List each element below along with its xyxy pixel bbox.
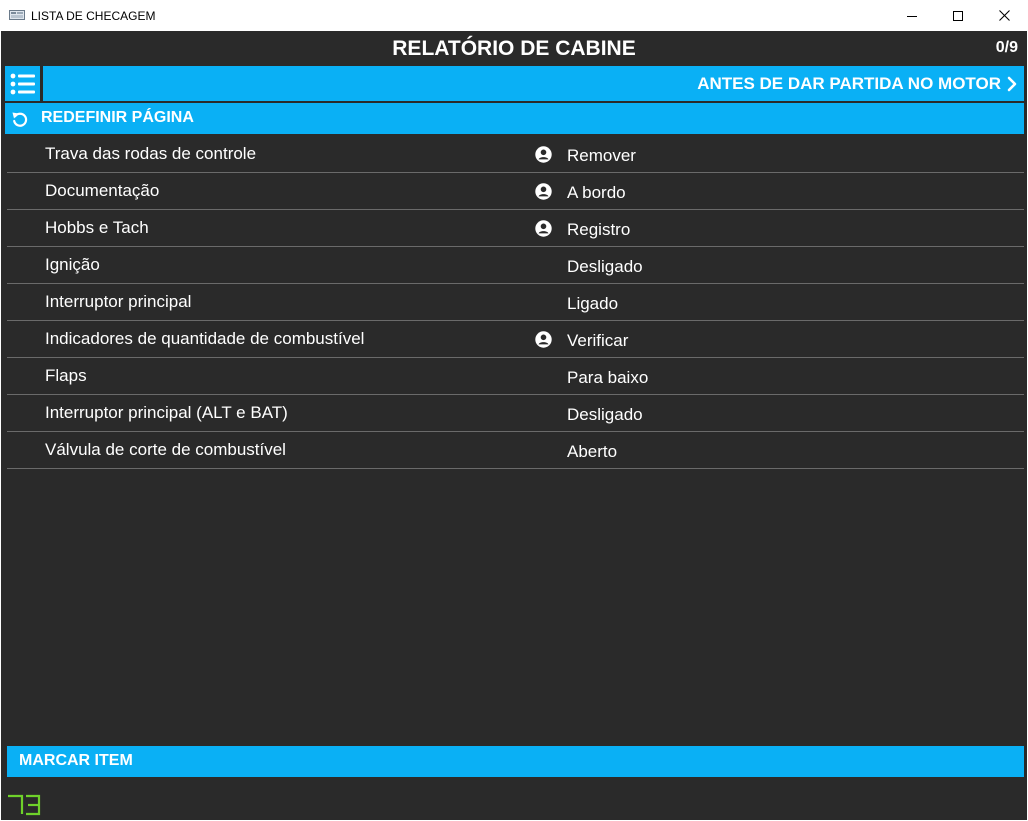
app-icon — [9, 10, 25, 20]
page-title: RELATÓRIO DE CABINE — [392, 37, 636, 60]
checklist-row[interactable]: Ignição Desligado — [7, 247, 1024, 284]
checklist-items: Trava das rodas de controle Remover Docume… — [7, 136, 1024, 469]
person-icon — [535, 220, 552, 237]
reset-icon — [12, 112, 28, 127]
person-icon — [535, 183, 552, 200]
next-section-button[interactable]: ANTES DE DAR PARTIDA NO MOTOR — [43, 66, 1024, 101]
progress-counter: 0/9 — [995, 39, 1018, 56]
mark-item-button[interactable]: MARCAR ITEM — [7, 746, 1024, 777]
checklist-item-name: Hobbs e Tach — [45, 218, 149, 237]
checklist-row[interactable]: Indicadores de quantidade de combustível… — [7, 321, 1024, 358]
checklist-item-name: Trava das rodas de controle — [45, 144, 257, 163]
close-button[interactable] — [981, 0, 1027, 31]
checklist-item-action: Para baixo — [567, 368, 649, 387]
checklist-row[interactable]: Flaps Para baixo — [7, 358, 1024, 395]
checklist-item-name: Interruptor principal (ALT e BAT) — [45, 403, 288, 422]
checklist-item-action: Desligado — [567, 257, 643, 276]
checklist-item-name: Válvula de corte de combustível — [45, 440, 286, 459]
checklist-row[interactable]: Interruptor principal Ligado — [7, 284, 1024, 321]
checklist-item-action: Registro — [567, 220, 631, 239]
checklist-row[interactable]: Interruptor principal (ALT e BAT) Desliga… — [7, 395, 1024, 432]
reset-page-label: REDEFINIR PÁGINA — [41, 109, 194, 126]
app-logo-icon — [8, 794, 41, 816]
checklist-row[interactable]: Válvula de corte de combustível Aberto — [7, 432, 1024, 469]
checklist-item-name: Indicadores de quantidade de combustível — [45, 329, 365, 348]
person-icon — [535, 146, 552, 163]
checklist-item-name: Ignição — [45, 255, 100, 274]
minimize-button[interactable] — [889, 0, 935, 31]
checklist-item-action: Ligado — [567, 294, 619, 313]
checklist-item-name: Documentação — [45, 181, 160, 200]
window-title: LISTA DE CHECAGEM — [31, 9, 156, 23]
maximize-icon — [953, 10, 963, 21]
person-icon — [535, 331, 552, 348]
menu-button[interactable] — [5, 66, 40, 101]
mark-item-label: MARCAR ITEM — [19, 752, 133, 769]
maximize-button[interactable] — [935, 0, 981, 31]
checklist-item-action: Desligado — [567, 405, 643, 424]
checklist-item-action: Aberto — [567, 442, 618, 461]
close-icon — [998, 10, 1010, 21]
chevron-right-icon — [1007, 76, 1017, 92]
checklist-item-action: A bordo — [567, 183, 626, 202]
checklist-item-name: Flaps — [45, 366, 87, 385]
checklist-item-action: Remover — [567, 146, 636, 165]
minimize-icon — [907, 15, 917, 17]
checklist-app: RELATÓRIO DE CABINE 0/9 ANTES DE DAR PAR… — [1, 31, 1027, 820]
section-title: ANTES DE DAR PARTIDA NO MOTOR — [697, 74, 1001, 93]
checklist-row[interactable]: Documentação A bordo — [7, 173, 1024, 210]
checklist-item-name: Interruptor principal — [45, 292, 192, 311]
window-titlebar: LISTA DE CHECAGEM — [0, 0, 1028, 31]
reset-page-button[interactable]: REDEFINIR PÁGINA — [5, 103, 1024, 134]
checklist-row[interactable]: Hobbs e Tach Registro — [7, 210, 1024, 247]
checklist-item-action: Verificar — [567, 331, 629, 350]
list-menu-icon — [10, 73, 35, 94]
checklist-row[interactable]: Trava das rodas de controle Remover — [7, 136, 1024, 173]
